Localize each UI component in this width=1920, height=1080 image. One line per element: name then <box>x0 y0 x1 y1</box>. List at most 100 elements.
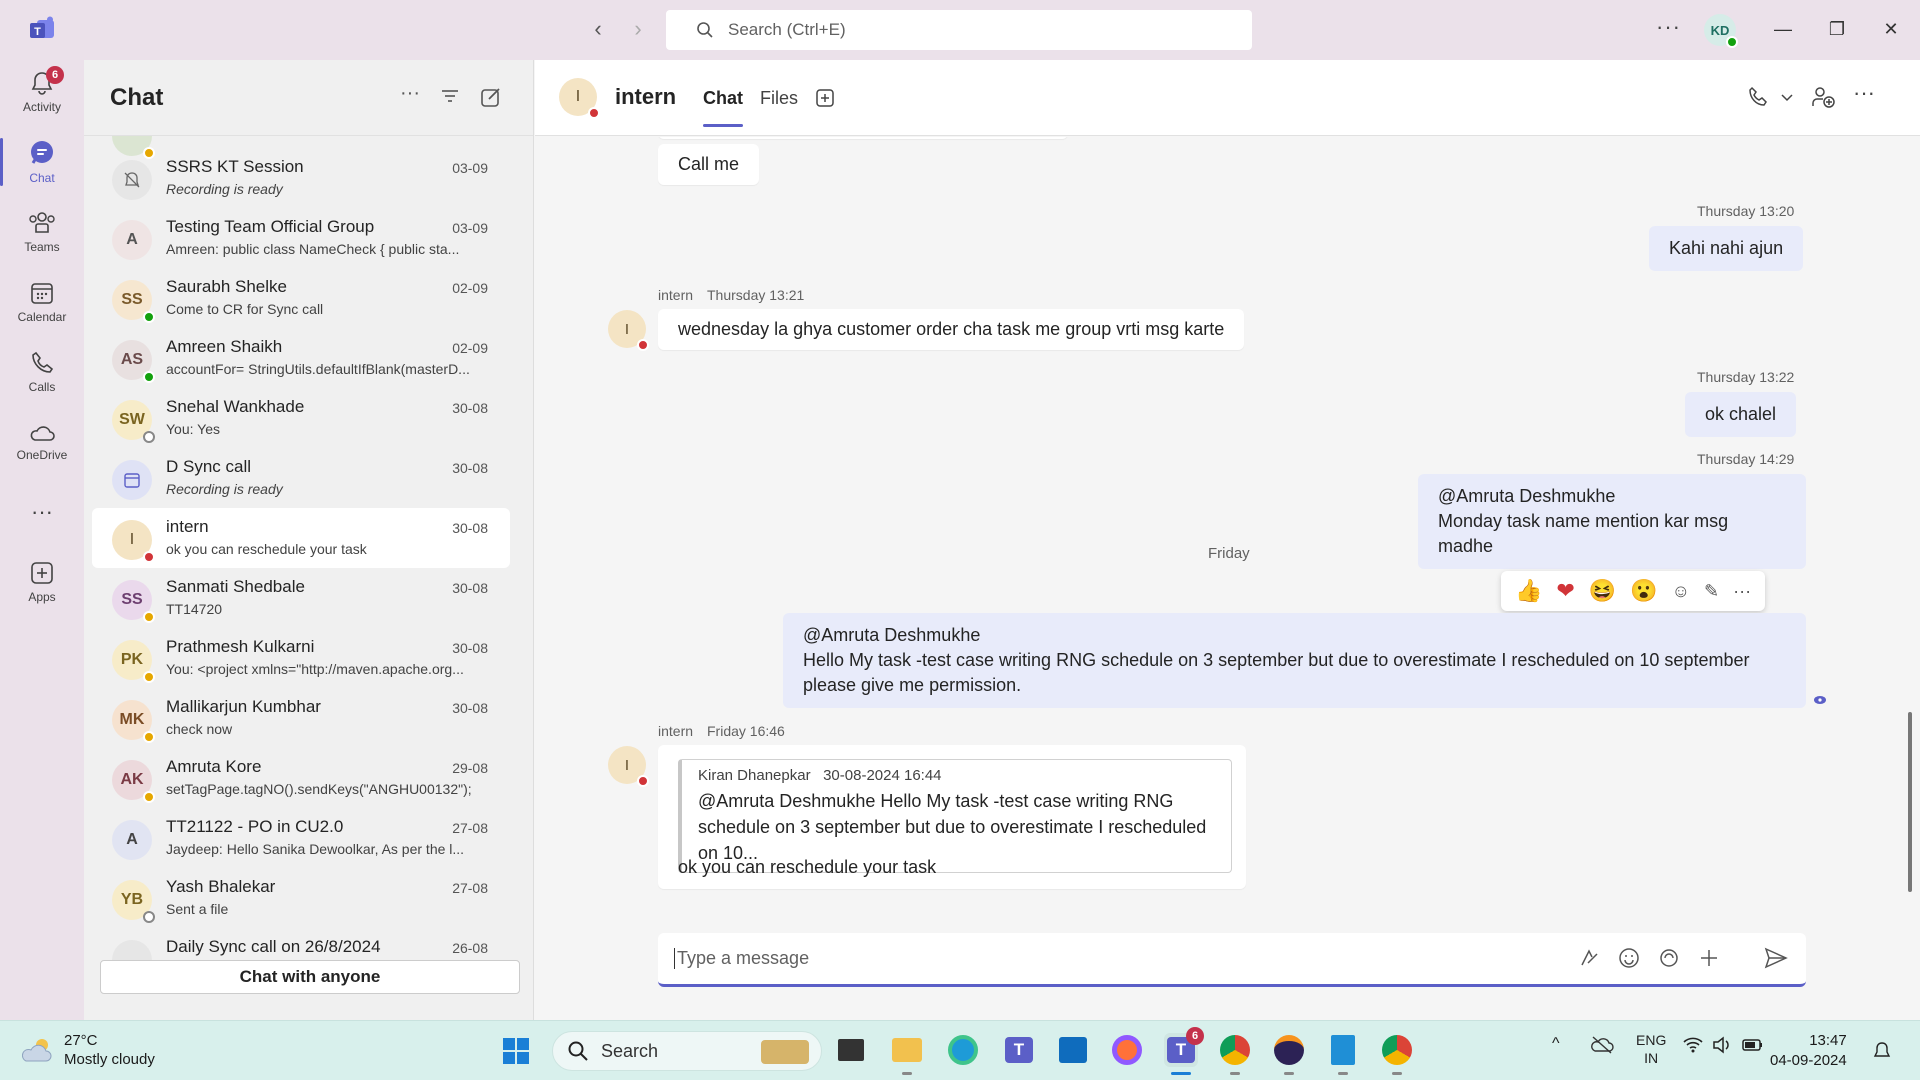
battery-icon[interactable] <box>1742 1035 1764 1055</box>
rail-activity[interactable]: 6 Activity <box>0 60 84 124</box>
chat-list-item[interactable]: A TT21122 - PO in CU2.0 Jaydeep: Hello S… <box>92 808 510 868</box>
onedrive-sync-icon[interactable] <box>1590 1035 1614 1055</box>
send-icon[interactable] <box>1764 947 1788 969</box>
taskbar-search-label: Search <box>601 1040 659 1061</box>
conversation-pane: I intern Chat Files ··· Call me Thursday… <box>535 60 1920 1020</box>
add-people-icon[interactable] <box>1811 86 1835 108</box>
filter-icon[interactable] <box>440 86 460 106</box>
more-options-icon[interactable]: ··· <box>400 82 420 105</box>
chat-list-item-selected[interactable]: I intern ok you can reschedule your task… <box>92 508 510 568</box>
more-options-icon[interactable]: ··· <box>1733 581 1751 602</box>
chat-list-item[interactable]: AK Amruta Kore setTagPage.tagNO().sendKe… <box>92 748 510 808</box>
taskbar-search[interactable]: Search <box>552 1031 822 1071</box>
firefox-icon[interactable] <box>1110 1033 1144 1067</box>
chat-list-item[interactable]: A Testing Team Official Group Amreen: pu… <box>92 208 510 268</box>
system-clock[interactable]: 13:47 04-09-2024 <box>1770 1031 1847 1071</box>
surprised-reaction-icon[interactable]: 😮 <box>1630 578 1657 604</box>
chat-list-item[interactable]: SS Sanmati Shedbale TT14720 30-08 <box>92 568 510 628</box>
more-options-icon[interactable]: ··· <box>1853 80 1875 106</box>
rail-apps[interactable]: Apps <box>0 550 84 614</box>
emoji-icon[interactable] <box>1618 947 1640 969</box>
add-tab-icon[interactable] <box>815 88 835 108</box>
rail-chat[interactable]: Chat <box>0 130 84 194</box>
rail-more[interactable]: ··· <box>0 480 84 544</box>
like-reaction-icon[interactable]: 👍 <box>1515 578 1542 604</box>
scrollbar[interactable] <box>1908 712 1912 892</box>
chat-list-item[interactable]: SS Saurabh Shelke Come to CR for Sync ca… <box>92 268 510 328</box>
rail-onedrive[interactable]: OneDrive <box>0 410 84 474</box>
chat-list-item[interactable]: PK Prathmesh Kulkarni You: <project xmln… <box>92 628 510 688</box>
chrome-icon[interactable] <box>1218 1033 1252 1075</box>
laugh-reaction-icon[interactable]: 😆 <box>1589 578 1616 604</box>
close-button[interactable]: ✕ <box>1876 16 1906 44</box>
rail-label: OneDrive <box>16 448 68 462</box>
teams-classic-icon[interactable]: T <box>1002 1033 1036 1067</box>
seen-eye-icon <box>1814 696 1826 704</box>
add-reaction-icon[interactable]: ☺ <box>1672 581 1690 602</box>
chat-list-item[interactable]: MK Mallikarjun Kumbhar check now 30-08 <box>92 688 510 748</box>
search-input[interactable]: Search (Ctrl+E) <box>666 10 1252 50</box>
windows-start-icon[interactable] <box>502 1037 530 1065</box>
message-composer[interactable]: Type a message <box>658 933 1806 987</box>
wifi-icon[interactable] <box>1682 1035 1704 1055</box>
chat-list-pane: Chat ··· SSRS KT Session Recording is re… <box>84 60 534 1020</box>
format-icon[interactable] <box>1578 947 1600 969</box>
message-bubble[interactable]: Kiran Dhanepkar 30-08-2024 16:44 @Amruta… <box>658 745 1246 889</box>
call-icon[interactable] <box>1747 86 1769 108</box>
restore-button[interactable]: ❐ <box>1822 16 1852 44</box>
eclipse-icon[interactable] <box>1272 1033 1306 1075</box>
sender-avatar[interactable]: I <box>608 310 649 351</box>
chat-with-anyone-button[interactable]: Chat with anyone <box>100 960 520 994</box>
search-icon <box>697 22 713 38</box>
tab-files[interactable]: Files <box>760 88 798 109</box>
volume-icon[interactable] <box>1712 1035 1734 1055</box>
task-view-icon[interactable] <box>834 1033 868 1067</box>
weather-widget[interactable]: 27°C Mostly cloudy <box>20 1031 155 1069</box>
plus-icon[interactable] <box>1698 947 1720 969</box>
conversation-avatar[interactable]: I <box>559 78 600 119</box>
settings-more-button[interactable]: ··· <box>1656 14 1681 40</box>
chat-list-item[interactable]: SSRS KT Session Recording is ready 03-09 <box>92 148 510 208</box>
file-explorer-icon[interactable] <box>890 1033 924 1075</box>
teams-logo-icon[interactable]: T <box>28 16 56 42</box>
teams-icon[interactable]: T6 <box>1164 1027 1204 1075</box>
chevron-up-icon[interactable]: ^ <box>1552 1035 1560 1053</box>
language-indicator[interactable]: ENG IN <box>1636 1031 1666 1067</box>
quoted-reply[interactable]: Kiran Dhanepkar 30-08-2024 16:44 @Amruta… <box>678 759 1232 873</box>
store-icon[interactable] <box>1056 1033 1090 1067</box>
edit-icon[interactable]: ✎ <box>1704 581 1719 602</box>
message-bubble-own[interactable]: ok chalel <box>1685 392 1797 437</box>
chat-preview: You: Yes <box>166 421 220 437</box>
chat-list-item[interactable]: SW Snehal Wankhade You: Yes 30-08 <box>92 388 510 448</box>
muted-bell-icon <box>124 172 140 188</box>
minimize-button[interactable]: — <box>1768 16 1798 44</box>
sender-avatar[interactable]: I <box>608 746 649 787</box>
rail-calendar[interactable]: Calendar <box>0 270 84 334</box>
chat-preview: ok you can reschedule your task <box>166 541 367 557</box>
heart-reaction-icon[interactable]: ❤ <box>1556 578 1574 604</box>
message-bubble-own[interactable]: Kahi nahi ajun <box>1649 226 1804 271</box>
loop-icon[interactable] <box>1658 947 1680 969</box>
quote-author: Kiran Dhanepkar <box>698 767 811 784</box>
rail-teams[interactable]: Teams <box>0 200 84 264</box>
chat-preview: Come to CR for Sync call <box>166 301 324 317</box>
notification-bell-icon[interactable] <box>1872 1041 1892 1061</box>
message-bubble-own[interactable]: @Amruta Deshmukhe Monday task name menti… <box>1418 474 1806 569</box>
chat-list-item[interactable]: D Sync call Recording is ready 30-08 <box>92 448 510 508</box>
chevron-down-icon[interactable] <box>1781 94 1793 102</box>
message-bubble-own[interactable]: @Amruta Deshmukhe Hello My task -test ca… <box>783 613 1806 708</box>
user-avatar[interactable]: KD <box>1704 14 1738 48</box>
rail-calls[interactable]: Calls <box>0 340 84 404</box>
forward-arrow-icon[interactable]: › <box>624 16 652 44</box>
calendar-icon <box>31 283 53 304</box>
notepad-icon[interactable] <box>1326 1033 1360 1075</box>
message-bubble[interactable]: wednesday la ghya customer order cha tas… <box>658 309 1245 350</box>
chat-list-item[interactable]: YB Yash Bhalekar Sent a file 27-08 <box>92 868 510 928</box>
chat-list-item[interactable]: AS Amreen Shaikh accountFor= StringUtils… <box>92 328 510 388</box>
edge-icon[interactable] <box>946 1033 980 1067</box>
new-chat-icon[interactable] <box>480 86 502 108</box>
tab-chat[interactable]: Chat <box>703 88 743 127</box>
chrome-icon[interactable] <box>1380 1033 1414 1075</box>
back-arrow-icon[interactable]: ‹ <box>584 16 612 44</box>
message-bubble[interactable]: Call me <box>658 144 760 185</box>
